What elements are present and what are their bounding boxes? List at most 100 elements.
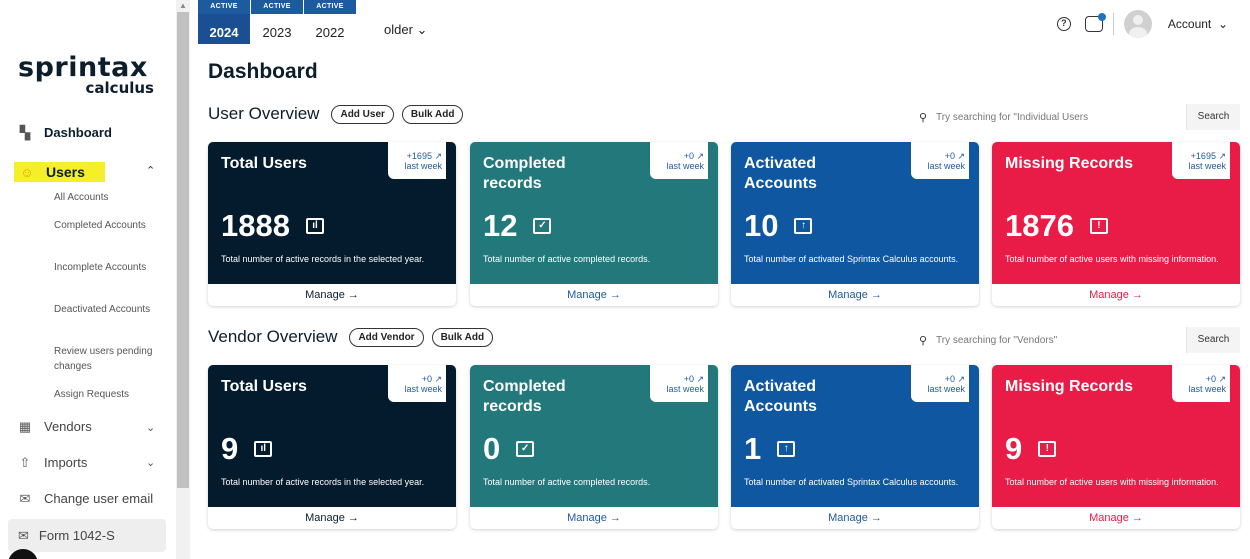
manage-link[interactable]: Manage → <box>208 284 456 306</box>
help-icon[interactable]: ? <box>1056 17 1071 31</box>
manage-link[interactable]: Manage → <box>731 507 979 529</box>
add-vendor-button[interactable]: Add Vendor <box>349 327 424 347</box>
logo-main: sprintax <box>18 52 148 83</box>
manage-link[interactable]: Manage → <box>992 507 1240 529</box>
sidebar-item-label: Dashboard <box>44 125 112 140</box>
card-body: Completed records +0 ↗ last week 12 ✓ Tota… <box>470 142 718 284</box>
manage-label: Manage <box>305 289 345 301</box>
card-delta: +1695 ↗ last week <box>388 142 446 179</box>
older-years-dropdown[interactable]: older ⌄ <box>384 22 427 38</box>
arrow-right-icon: → <box>867 289 882 301</box>
users-icon: ☺ <box>20 164 34 180</box>
chat-icon[interactable] <box>1084 13 1106 32</box>
mail-icon: ✉ <box>19 490 31 506</box>
card-title: Completed records <box>483 155 566 192</box>
card-delta: +1695 ↗ last week <box>1172 142 1230 179</box>
arrow-right-icon: → <box>1128 512 1143 524</box>
sidebar-item-users[interactable]: ☺ Users <box>14 162 105 182</box>
year-label: 2024 <box>209 25 239 40</box>
delta-value: +0 ↗ <box>1205 374 1226 384</box>
search-button[interactable]: Search <box>1186 327 1240 353</box>
delta-value: +1695 ↗ <box>406 151 442 161</box>
chevron-down-icon[interactable]: ⌄ <box>146 421 155 434</box>
card-number: 0 ✓ <box>483 431 535 467</box>
card-number: 1876! <box>1005 208 1108 244</box>
card-total-users: Total Users +1695 ↗ last week 1888 ıl Tota… <box>208 142 456 306</box>
arrow-right-icon: → <box>344 289 359 301</box>
sidebar-subitem-assign-requests[interactable]: Assign Requests <box>54 387 154 402</box>
top-right-controls: ? Account ⌄ <box>1056 10 1228 38</box>
manage-link[interactable]: Manage → <box>208 507 456 529</box>
app: sprintax calculus ▚ Dashboard ☺ Users ⌃ … <box>0 0 1250 559</box>
scrollbar-thumb[interactable] <box>177 12 189 488</box>
card-body: Activated Accounts +0 ↗ last week 10 ↑ Tot… <box>731 142 979 284</box>
status-badge: ACTIVE <box>304 0 356 14</box>
sidebar-subitem-all-accounts[interactable]: All Accounts <box>54 190 154 205</box>
section-title: Vendor Overview <box>208 327 338 346</box>
delta-value: +0 ↗ <box>421 374 442 384</box>
card-title: Total Users <box>221 155 307 172</box>
manage-link[interactable]: Manage → <box>470 507 718 529</box>
sidebar-item-dashboard[interactable]: ▚ Dashboard <box>18 124 112 141</box>
chevron-up-icon[interactable]: ⌃ <box>146 164 155 177</box>
card-delta: +0 ↗ last week <box>388 365 446 402</box>
search-icon: ⚲ <box>918 111 928 124</box>
sidebar-item-label: Vendors <box>44 419 92 434</box>
card-missing-records: Missing Records +1695 ↗ last week 1876! T… <box>992 142 1240 306</box>
bulk-add-button[interactable]: Bulk Add <box>431 327 494 347</box>
dashboard-icon: ▚ <box>20 124 30 140</box>
search-input[interactable]: Try searching for "Vendors" <box>936 335 1186 346</box>
card-description: Total number of active records in the se… <box>221 477 425 487</box>
year-tab-2022[interactable]: ACTIVE 2022 <box>304 0 356 44</box>
sidebar-subitem-deactivated-accounts[interactable]: Deactivated Accounts <box>54 302 154 317</box>
year-tab-2023[interactable]: ACTIVE 2023 <box>251 0 303 44</box>
card-body: Total Users +1695 ↗ last week 1888 ıl Tota… <box>208 142 456 284</box>
card-delta: +0 ↗ last week <box>1172 365 1230 402</box>
logo[interactable]: sprintax calculus <box>18 54 158 96</box>
card-number: 10 ↑ <box>744 208 813 244</box>
chevron-down-icon[interactable]: ⌄ <box>146 456 155 469</box>
card-delta: +0 ↗ last week <box>650 142 708 179</box>
sidebar-item-label: Imports <box>44 455 88 470</box>
avatar[interactable] <box>1123 10 1152 38</box>
delta-sub: last week <box>404 161 442 171</box>
manage-link[interactable]: Manage → <box>470 284 718 306</box>
mail-icon: ✉ <box>18 527 29 543</box>
search-button[interactable]: Search <box>1186 104 1240 130</box>
older-label: older <box>384 22 413 37</box>
manage-label: Manage <box>305 512 345 524</box>
chart-icon: ıl <box>254 441 273 457</box>
chart-icon: ıl <box>305 218 324 234</box>
section-title: User Overview <box>208 104 320 123</box>
check-icon: ✓ <box>533 218 552 234</box>
sidebar-item-vendors[interactable]: ▦ Vendors <box>18 419 92 435</box>
year-tab-2024[interactable]: ACTIVE 2024 <box>198 0 250 44</box>
logo-sub: calculus <box>85 79 154 97</box>
bulk-add-button[interactable]: Bulk Add <box>401 104 464 124</box>
delta-sub: last week <box>666 161 704 171</box>
card-value: 0 <box>483 431 501 466</box>
delta-sub: last week <box>666 384 704 394</box>
sidebar-item-form-1042s[interactable]: ✉ Form 1042-S <box>8 519 166 552</box>
manage-link[interactable]: Manage → <box>731 284 979 306</box>
card-description: Total number of active users with missin… <box>1005 254 1219 264</box>
sidebar-subitem-review-users[interactable]: Review users pending changes <box>54 344 154 374</box>
account-label: Account <box>1167 17 1212 31</box>
sidebar-subitem-incomplete-accounts[interactable]: Incomplete Accounts <box>54 260 154 275</box>
sidebar-item-change-email[interactable]: ✉ Change user email <box>18 490 154 507</box>
search-input[interactable]: Try searching for "Individual Users <box>936 112 1186 123</box>
card-delta: +0 ↗ last week <box>911 365 969 402</box>
sidebar-item-imports[interactable]: ⇧ Imports <box>18 455 88 471</box>
sidebar-subitem-completed-accounts[interactable]: Completed Accounts <box>54 218 154 233</box>
add-user-button[interactable]: Add User <box>331 104 394 124</box>
manage-label: Manage <box>567 512 607 524</box>
scroll-up-icon[interactable]: ▲ <box>179 1 187 10</box>
card-activated-accounts: Activated Accounts +0 ↗ last week 1 ↑ Tota… <box>731 365 979 529</box>
card-body: Missing Records +0 ↗ last week 9! Total n… <box>992 365 1240 507</box>
page-title: Dashboard <box>208 60 318 83</box>
account-menu[interactable]: Account ⌄ <box>1168 17 1228 31</box>
sidebar-item-label: Users <box>46 164 85 180</box>
chevron-down-icon: ⌄ <box>1214 17 1228 31</box>
sidebar-item-label: Change user email <box>44 491 154 506</box>
manage-link[interactable]: Manage → <box>992 284 1240 306</box>
